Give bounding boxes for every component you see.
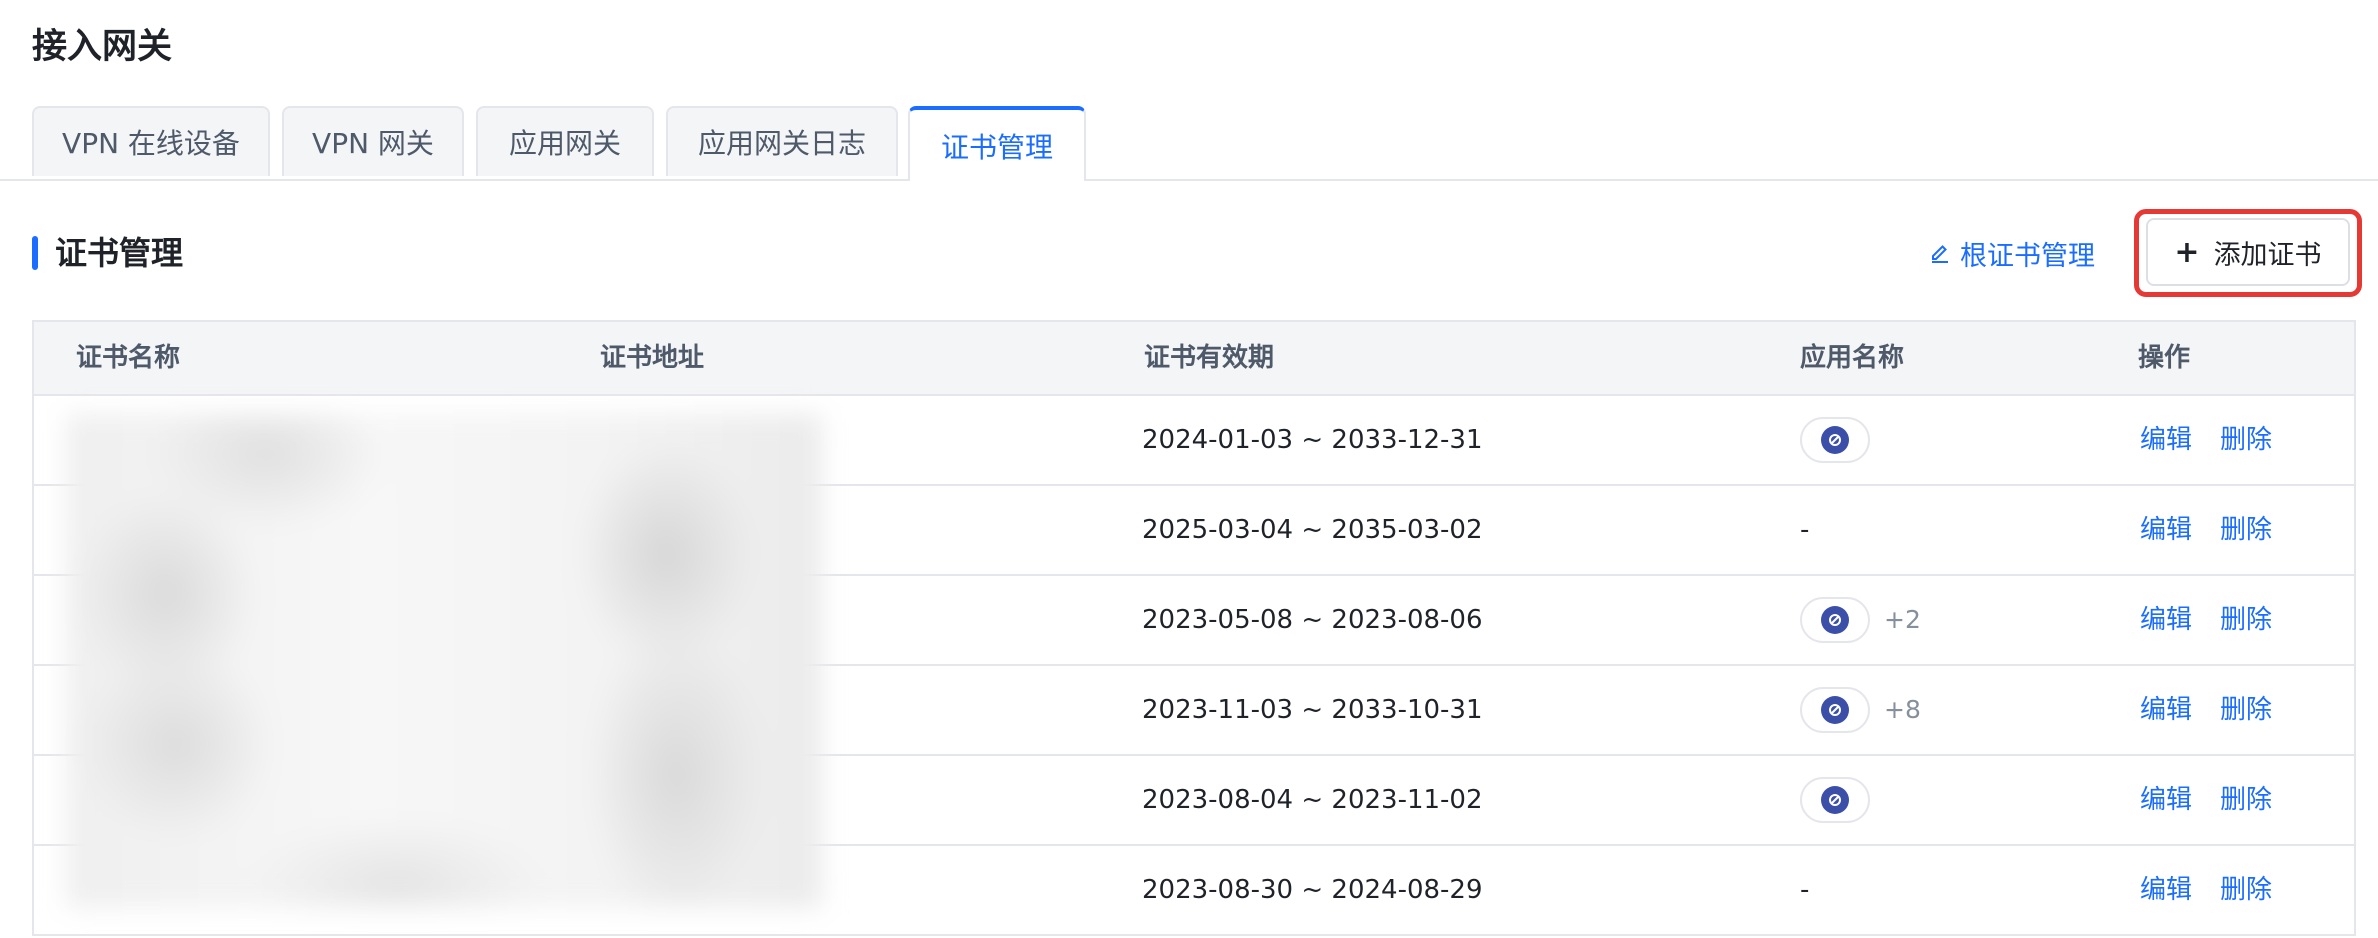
section-title: 证书管理 bbox=[55, 234, 184, 272]
app-name-cell: +8 bbox=[1800, 666, 1921, 754]
validity-cell: 2024-01-03 ~ 2033-12-31 bbox=[1142, 425, 1483, 455]
app-icon bbox=[1821, 606, 1849, 634]
app-icon bbox=[1821, 786, 1849, 814]
edit-link[interactable]: 编辑 bbox=[2140, 396, 2192, 484]
app-chip[interactable] bbox=[1800, 417, 1870, 463]
delete-link[interactable]: 删除 bbox=[2220, 846, 2272, 934]
column-header-validity: 证书有效期 bbox=[1144, 343, 1275, 373]
app-icon bbox=[1821, 426, 1849, 454]
root-cert-link-label: 根证书管理 bbox=[1960, 241, 2095, 272]
tab-app-gateway[interactable]: 应用网关 bbox=[476, 106, 654, 176]
add-certificate-label: 添加证书 bbox=[2213, 239, 2322, 271]
app-name-cell bbox=[1800, 396, 1870, 484]
edit-link[interactable]: 编辑 bbox=[2140, 576, 2192, 664]
column-header-name: 证书名称 bbox=[76, 343, 181, 373]
delete-link[interactable]: 删除 bbox=[2220, 396, 2272, 484]
tab-app-gateway-log[interactable]: 应用网关日志 bbox=[666, 106, 898, 176]
edit-link[interactable]: 编辑 bbox=[2140, 846, 2192, 934]
delete-link[interactable]: 删除 bbox=[2220, 486, 2272, 574]
app-name-empty: - bbox=[1800, 515, 1810, 545]
app-name-empty: - bbox=[1800, 875, 1810, 905]
edit-link[interactable]: 编辑 bbox=[2140, 756, 2192, 844]
tab-vpn-online-devices[interactable]: VPN 在线设备 bbox=[32, 106, 270, 176]
page-title: 接入网关 bbox=[32, 27, 173, 67]
root-cert-management-link[interactable]: 根证书管理 bbox=[1928, 234, 2095, 273]
column-header-actions: 操作 bbox=[2138, 343, 2191, 373]
redacted-area bbox=[66, 414, 822, 908]
validity-cell: 2023-11-03 ~ 2033-10-31 bbox=[1142, 695, 1483, 725]
delete-link[interactable]: 删除 bbox=[2220, 666, 2272, 754]
validity-cell: 2023-08-30 ~ 2024-08-29 bbox=[1142, 875, 1483, 905]
plus-icon: + bbox=[2174, 234, 2200, 270]
edit-link[interactable]: 编辑 bbox=[2140, 666, 2192, 754]
add-certificate-button[interactable]: + 添加证书 bbox=[2146, 218, 2350, 286]
app-icon bbox=[1821, 696, 1849, 724]
app-name-cell: +2 bbox=[1800, 576, 1921, 664]
section-indicator bbox=[32, 236, 38, 270]
app-chip[interactable] bbox=[1800, 597, 1870, 643]
more-apps-count[interactable]: +8 bbox=[1884, 666, 1921, 754]
more-apps-count[interactable]: +2 bbox=[1884, 576, 1921, 664]
tab-vpn-gateway[interactable]: VPN 网关 bbox=[282, 106, 464, 176]
edit-link[interactable]: 编辑 bbox=[2140, 486, 2192, 574]
column-header-app-name: 应用名称 bbox=[1800, 343, 1905, 373]
edit-icon bbox=[1932, 244, 1948, 263]
column-header-address: 证书地址 bbox=[600, 343, 705, 373]
validity-cell: 2023-05-08 ~ 2023-08-06 bbox=[1142, 605, 1483, 635]
delete-link[interactable]: 删除 bbox=[2220, 756, 2272, 844]
table-header: 证书名称 证书地址 证书有效期 应用名称 操作 bbox=[34, 322, 2354, 396]
validity-cell: 2023-08-04 ~ 2023-11-02 bbox=[1142, 785, 1483, 815]
delete-link[interactable]: 删除 bbox=[2220, 576, 2272, 664]
tab-bar: VPN 在线设备 VPN 网关 应用网关 应用网关日志 证书管理 bbox=[0, 106, 2378, 181]
validity-cell: 2025-03-04 ~ 2035-03-02 bbox=[1142, 515, 1483, 545]
app-chip[interactable] bbox=[1800, 687, 1870, 733]
app-chip[interactable] bbox=[1800, 777, 1870, 823]
app-name-cell bbox=[1800, 756, 1870, 844]
tab-cert-management[interactable]: 证书管理 bbox=[908, 106, 1086, 181]
